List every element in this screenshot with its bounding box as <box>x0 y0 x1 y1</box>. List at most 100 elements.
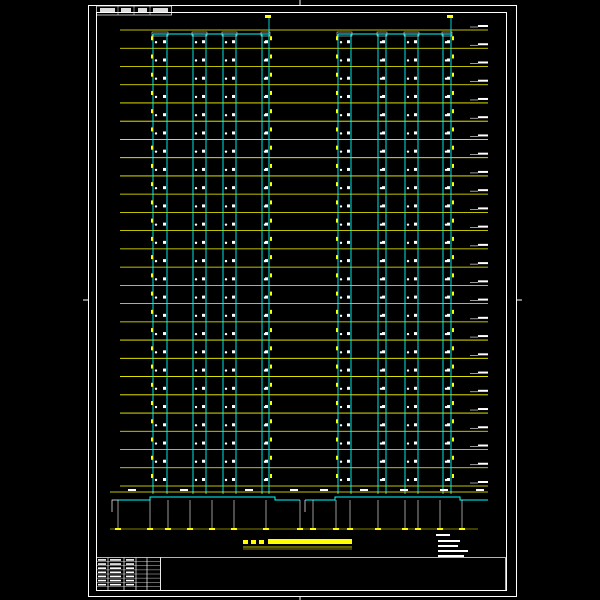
fixture-symbol <box>379 205 383 208</box>
fixture-symbol <box>265 332 268 336</box>
fixture-symbol <box>163 259 166 263</box>
fixture-symbol <box>163 76 166 80</box>
branch-mark <box>270 127 272 132</box>
fixture-symbol <box>194 168 198 172</box>
branch-mark <box>452 182 454 187</box>
fixture-symbol <box>414 240 417 244</box>
fixture-symbol <box>414 259 417 263</box>
title-block-cell-text <box>126 567 134 569</box>
branch-mark <box>151 309 153 314</box>
fixture-symbol <box>194 405 198 409</box>
fixture-symbol <box>163 167 166 171</box>
fixture-symbol <box>444 77 448 80</box>
fixture-symbol <box>154 278 158 281</box>
fixture-symbol <box>154 132 158 135</box>
fixture-symbol <box>447 222 450 226</box>
fixture-symbol <box>154 186 158 190</box>
fixture-symbol <box>339 132 343 135</box>
fixture-symbol <box>444 41 448 44</box>
fixture-symbol <box>232 459 235 463</box>
fixture-symbol <box>379 150 383 153</box>
fixture-symbol <box>265 149 268 153</box>
fixture-symbol <box>447 204 450 208</box>
fixture-symbol <box>265 350 268 354</box>
fixture-symbol <box>406 168 410 172</box>
fixture-symbol <box>154 424 158 427</box>
branch-mark <box>336 255 338 260</box>
fixture-symbol <box>444 405 448 409</box>
fixture-symbol <box>194 332 198 336</box>
fixture-symbol <box>444 424 448 427</box>
branch-mark <box>270 54 272 59</box>
fixture-symbol <box>447 76 450 80</box>
title-block-cell-text <box>110 575 121 578</box>
fixture-symbol <box>447 313 450 317</box>
fixture-symbol <box>379 314 383 318</box>
fixture-symbol <box>224 41 228 44</box>
fixture-symbol <box>379 424 383 427</box>
fixture-symbol <box>339 259 343 263</box>
branch-mark <box>452 218 454 223</box>
fixture-symbol <box>447 40 450 44</box>
branch-mark <box>336 346 338 351</box>
title-block-cell-text <box>110 579 121 582</box>
fixture-symbol <box>224 114 228 117</box>
fixture-symbol <box>447 58 450 62</box>
fixture-symbol <box>232 76 235 80</box>
branch-mark <box>336 54 338 59</box>
fixture-symbol <box>154 168 158 172</box>
fixture-symbol <box>194 77 198 80</box>
fixture-symbol <box>232 405 235 409</box>
fixture-symbol <box>194 460 198 463</box>
branch-mark <box>452 437 454 442</box>
branch-mark <box>151 109 153 114</box>
fixture-symbol <box>347 240 350 244</box>
fixture-symbol <box>163 58 166 62</box>
fixture-symbol <box>194 132 198 135</box>
fixture-symbol <box>224 424 228 427</box>
fixture-symbol <box>232 423 235 427</box>
fixture-symbol <box>347 277 350 281</box>
fixture-symbol <box>414 58 417 62</box>
fixture-symbol <box>154 241 158 245</box>
fixture-symbol <box>224 369 228 372</box>
fixture-symbol <box>447 240 450 244</box>
elevation-label <box>478 408 488 411</box>
branch-mark <box>336 145 338 150</box>
fixture-symbol <box>202 58 205 62</box>
elevation-label <box>478 280 488 283</box>
fixture-symbol <box>379 95 383 99</box>
fixture-symbol <box>444 351 448 354</box>
elevation-label <box>478 79 488 82</box>
fixture-symbol <box>163 149 166 153</box>
fixture-symbol <box>265 240 268 244</box>
branch-mark <box>452 72 454 77</box>
cad-viewport[interactable] <box>0 0 600 600</box>
fixture-symbol <box>154 150 158 153</box>
fixture-symbol <box>265 94 268 98</box>
fixture-symbol <box>382 423 385 427</box>
fixture-symbol <box>379 132 383 135</box>
fixture-symbol <box>232 149 235 153</box>
fixture-symbol <box>406 405 410 409</box>
elevation-label <box>478 316 488 319</box>
fixture-symbol <box>224 405 228 409</box>
fixture-symbol <box>382 313 385 317</box>
fixture-symbol <box>347 313 350 317</box>
fixture-symbol <box>194 186 198 190</box>
fixture-symbol <box>447 94 450 98</box>
branch-mark <box>151 163 153 168</box>
fixture-symbol <box>414 332 417 336</box>
branch-mark <box>151 419 153 424</box>
fixture-symbol <box>414 405 417 409</box>
fixture-symbol <box>339 332 343 336</box>
branch-mark <box>151 382 153 387</box>
fixture-symbol <box>163 40 166 44</box>
fixture-symbol <box>382 58 385 62</box>
title-block-cell-text <box>98 563 106 565</box>
riser-diagram-drawing <box>0 0 600 600</box>
fixture-symbol <box>194 351 198 354</box>
branch-mark <box>452 474 454 478</box>
branch-mark <box>452 364 454 369</box>
fixture-symbol <box>406 478 410 482</box>
